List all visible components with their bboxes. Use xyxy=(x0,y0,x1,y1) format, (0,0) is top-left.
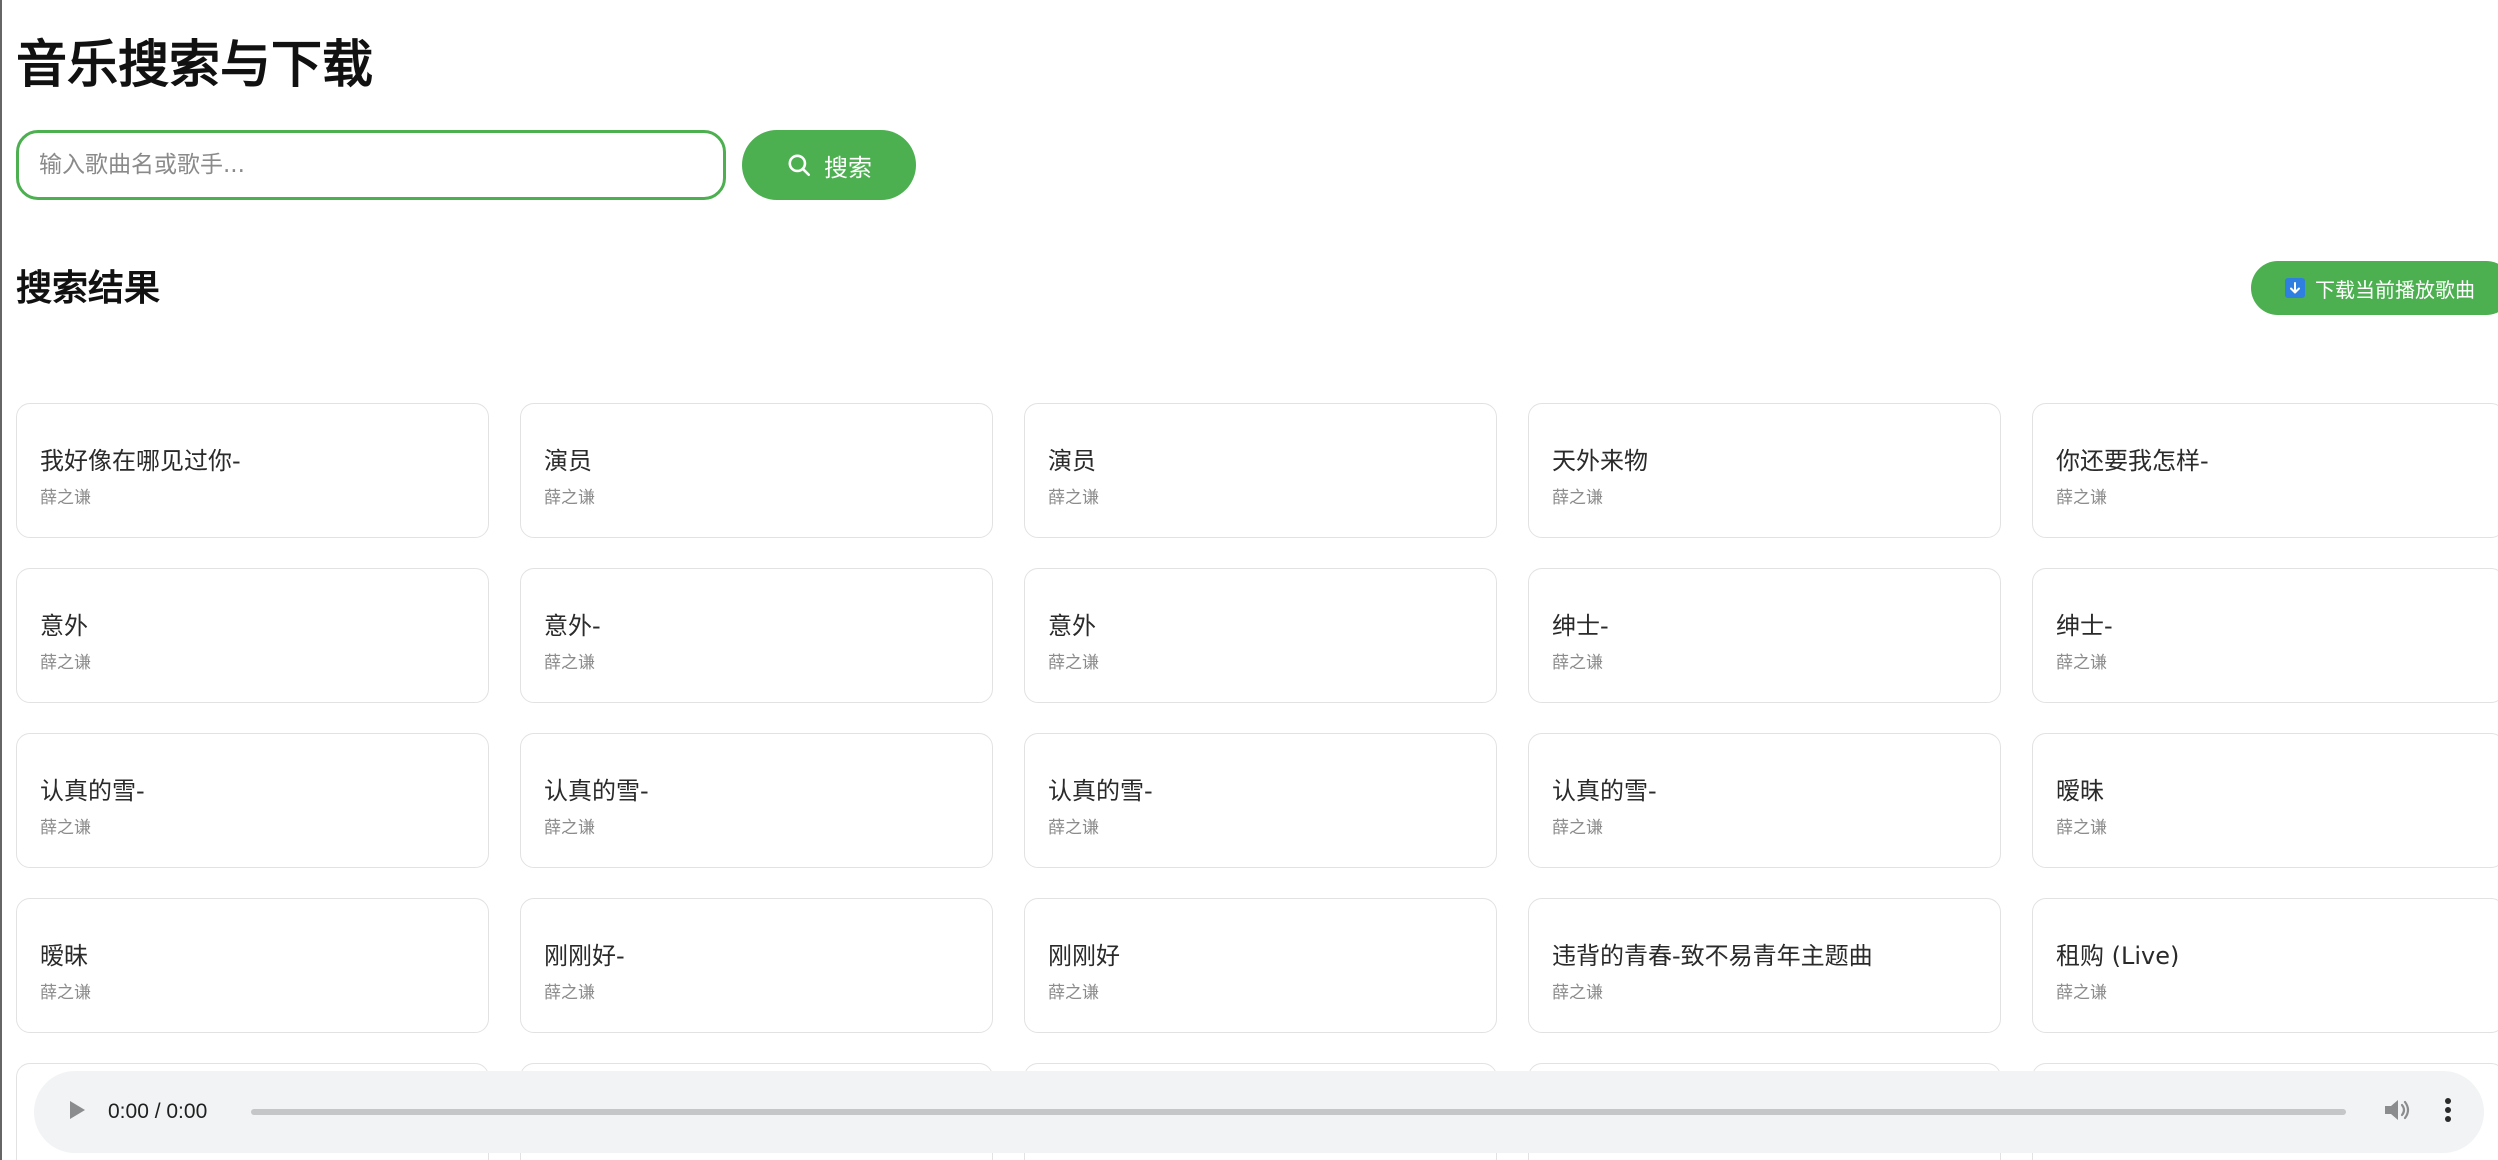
song-card[interactable]: 违背的青春-致不易青年主题曲薛之谦 xyxy=(1528,898,2001,1033)
song-card[interactable]: 租购 (Live) 薛之谦 xyxy=(2032,898,2498,1033)
song-card[interactable]: 意外 薛之谦 xyxy=(1024,568,1497,703)
search-icon xyxy=(786,152,812,178)
song-artist: 薛之谦 xyxy=(1552,653,1603,673)
song-artist: 薛之谦 xyxy=(2056,983,2107,1003)
song-title: 意外 xyxy=(1048,612,1096,640)
song-card[interactable]: 认真的雪- 薛之谦 xyxy=(16,733,489,868)
volume-icon xyxy=(2383,1098,2411,1126)
song-artist: 薛之谦 xyxy=(2056,488,2107,508)
song-artist: 薛之谦 xyxy=(1048,983,1099,1003)
search-button-label: 搜索 xyxy=(824,153,872,182)
song-title: 绅士- xyxy=(1552,612,1609,640)
song-title: 认真的雪- xyxy=(1552,777,1657,805)
song-artist: 薛之谦 xyxy=(544,653,595,673)
page-title: 音乐搜索与下载 xyxy=(16,36,374,95)
song-artist: 薛之谦 xyxy=(544,818,595,838)
song-card[interactable]: 意外 薛之谦 xyxy=(16,568,489,703)
page: 音乐搜索与下载 搜索 搜索结果 下载当前播放歌曲 我好像在哪见过你-薛之谦演员薛… xyxy=(0,0,2498,1160)
results-heading: 搜索结果 xyxy=(16,268,161,309)
song-artist: 薛之谦 xyxy=(40,818,91,838)
download-arrow-icon xyxy=(2285,278,2305,298)
audio-player: 0:00 / 0:00 xyxy=(34,1071,2484,1153)
song-title: 认真的雪- xyxy=(1048,777,1153,805)
search-button[interactable]: 搜索 xyxy=(742,130,916,200)
song-title: 暧昧 xyxy=(2056,777,2104,805)
song-card[interactable]: 绅士- 薛之谦 xyxy=(2032,568,2498,703)
time-display: 0:00 / 0:00 xyxy=(108,1100,208,1123)
play-button[interactable] xyxy=(62,1097,92,1127)
song-title: 意外 xyxy=(40,612,88,640)
song-title: 认真的雪- xyxy=(544,777,649,805)
song-title: 演员 xyxy=(1048,447,1096,475)
more-options-button[interactable] xyxy=(2438,1095,2458,1129)
more-vertical-icon xyxy=(2444,1097,2452,1127)
progress-track[interactable] xyxy=(251,1109,2346,1115)
song-artist: 薛之谦 xyxy=(1552,983,1603,1003)
song-artist: 薛之谦 xyxy=(1552,488,1603,508)
song-title: 意外- xyxy=(544,612,601,640)
song-artist: 薛之谦 xyxy=(1048,818,1099,838)
song-title: 认真的雪- xyxy=(40,777,145,805)
song-artist: 薛之谦 xyxy=(40,983,91,1003)
play-icon xyxy=(68,1100,86,1124)
song-card[interactable]: 认真的雪- 薛之谦 xyxy=(1528,733,2001,868)
song-title: 天外来物 xyxy=(1552,447,1648,475)
song-card[interactable]: 暧昧 薛之谦 xyxy=(16,898,489,1033)
song-title: 我好像在哪见过你- xyxy=(40,447,241,475)
song-card[interactable]: 天外来物 薛之谦 xyxy=(1528,403,2001,538)
song-card[interactable]: 认真的雪- 薛之谦 xyxy=(520,733,993,868)
song-card[interactable]: 演员 薛之谦 xyxy=(520,403,993,538)
song-card[interactable]: 演员 薛之谦 xyxy=(1024,403,1497,538)
song-title: 你还要我怎样- xyxy=(2056,447,2209,475)
song-card[interactable]: 你还要我怎样- 薛之谦 xyxy=(2032,403,2498,538)
song-title: 刚刚好 xyxy=(1048,942,1120,970)
song-artist: 薛之谦 xyxy=(2056,818,2107,838)
song-artist: 薛之谦 xyxy=(544,983,595,1003)
download-button-label: 下载当前播放歌曲 xyxy=(2315,277,2475,302)
volume-button[interactable] xyxy=(2380,1095,2414,1129)
song-card[interactable]: 绅士- 薛之谦 xyxy=(1528,568,2001,703)
search-input[interactable] xyxy=(16,130,726,200)
song-card[interactable]: 认真的雪- 薛之谦 xyxy=(1024,733,1497,868)
song-card[interactable]: 刚刚好- 薛之谦 xyxy=(520,898,993,1033)
song-artist: 薛之谦 xyxy=(1552,818,1603,838)
song-title: 绅士- xyxy=(2056,612,2113,640)
song-artist: 薛之谦 xyxy=(1048,488,1099,508)
song-card[interactable]: 刚刚好 薛之谦 xyxy=(1024,898,1497,1033)
song-title: 租购 (Live) xyxy=(2056,942,2180,970)
song-artist: 薛之谦 xyxy=(40,488,91,508)
download-current-button[interactable]: 下载当前播放歌曲 xyxy=(2251,261,2498,315)
song-artist: 薛之谦 xyxy=(2056,653,2107,673)
song-card[interactable]: 意外- 薛之谦 xyxy=(520,568,993,703)
song-title: 演员 xyxy=(544,447,592,475)
song-title: 违背的青春-致不易青年主题曲 xyxy=(1552,942,1873,970)
song-artist: 薛之谦 xyxy=(1048,653,1099,673)
song-title: 刚刚好- xyxy=(544,942,625,970)
results-grid: 我好像在哪见过你- 薛之谦 演员 薛之谦 演员 薛之谦 天外来物 薛之谦 你还要我怎样- 薛之谦意… xyxy=(16,403,2498,1160)
song-card[interactable]: 我好像在哪见过你- 薛之谦 xyxy=(16,403,489,538)
song-card[interactable]: 暧昧 薛之谦 xyxy=(2032,733,2498,868)
song-title: 暧昧 xyxy=(40,942,88,970)
song-artist: 薛之谦 xyxy=(544,488,595,508)
song-artist: 薛之谦 xyxy=(40,653,91,673)
